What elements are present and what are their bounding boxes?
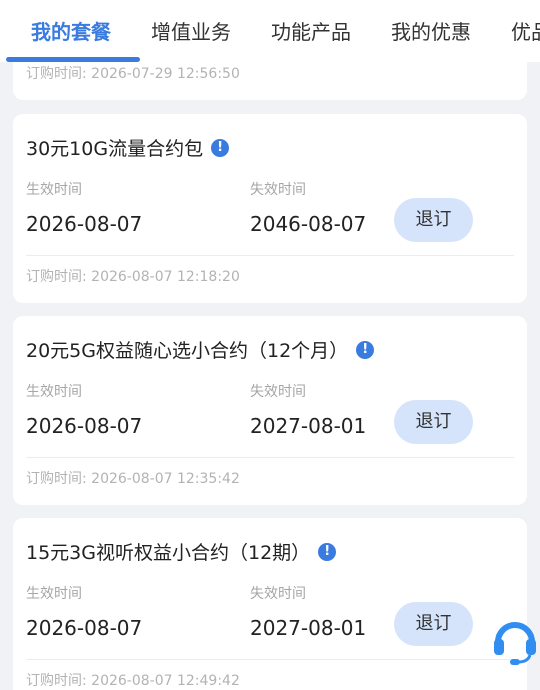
expiry-label: 失效时间 [250,586,306,602]
tab-bar: 我的套餐 增值业务 功能产品 我的优惠 优品 [0,0,540,62]
effective-date: 2026-08-07 [26,212,143,236]
effective-label: 生效时间 [26,586,82,602]
unsubscribe-button[interactable]: 退订 [394,198,473,242]
tab-my-discounts[interactable]: 我的优惠 [391,16,471,45]
package-title: 15元3G视听权益小合约（12期） ! [26,538,337,565]
unsubscribe-button[interactable]: 退订 [394,400,473,444]
package-card: 20元5G权益随心选小合约（12个月） ! 生效时间 失效时间 2026-08-… [13,316,527,505]
tab-value-added[interactable]: 增值业务 [151,16,231,45]
tab-premium[interactable]: 优品 [511,16,540,45]
headset-icon [494,622,536,665]
package-name: 15元3G视听权益小合约（12期） [26,542,311,564]
package-title: 30元10G流量合约包 ! [26,134,230,161]
package-title: 20元5G权益随心选小合约（12个月） ! [26,336,375,363]
order-time: 订购时间: 2026-08-07 12:35:42 [26,471,240,487]
tab-features[interactable]: 功能产品 [271,16,351,45]
expiry-date: 2027-08-01 [250,414,367,438]
order-time: 订购时间: 2026-07-29 12:56:50 [26,66,240,82]
info-icon[interactable]: ! [211,138,230,157]
tab-my-plans[interactable]: 我的套餐 [31,16,111,45]
divider [26,659,514,660]
package-name: 20元5G权益随心选小合约（12个月） [26,340,349,362]
effective-label: 生效时间 [26,182,82,198]
info-icon[interactable]: ! [356,340,375,359]
info-icon[interactable]: ! [318,542,337,561]
effective-date: 2026-08-07 [26,616,143,640]
effective-date: 2026-08-07 [26,414,143,438]
package-name: 30元10G流量合约包 [26,138,204,160]
effective-label: 生效时间 [26,384,82,400]
expiry-date: 2046-08-07 [250,212,367,236]
package-list[interactable]: 订购时间: 2026-07-29 12:56:50 30元10G流量合约包 ! … [0,62,540,690]
divider [26,457,514,458]
package-card: 30元10G流量合约包 ! 生效时间 失效时间 2026-08-07 2046-… [13,114,527,303]
active-tab-indicator [6,57,140,62]
customer-service-button[interactable] [490,612,540,668]
package-card-partial: 订购时间: 2026-07-29 12:56:50 [13,62,527,100]
expiry-label: 失效时间 [250,182,306,198]
expiry-label: 失效时间 [250,384,306,400]
order-time: 订购时间: 2026-08-07 12:18:20 [26,269,240,285]
order-time: 订购时间: 2026-08-07 12:49:42 [26,673,240,689]
unsubscribe-button[interactable]: 退订 [394,602,473,646]
package-card: 15元3G视听权益小合约（12期） ! 生效时间 失效时间 2026-08-07… [13,518,527,690]
divider [26,255,514,256]
expiry-date: 2027-08-01 [250,616,367,640]
